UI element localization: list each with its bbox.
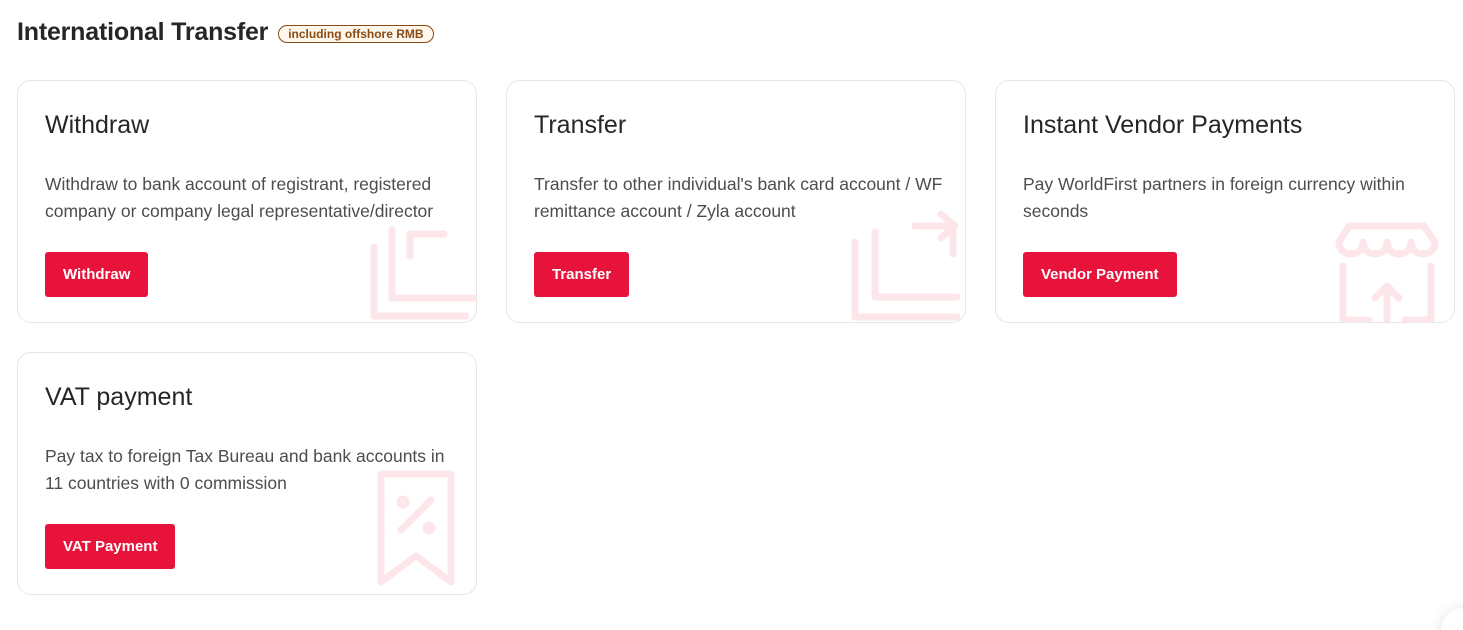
- card-title: Transfer: [534, 111, 627, 139]
- withdraw-icon: [370, 226, 476, 320]
- offshore-rmb-badge: including offshore RMB: [278, 25, 434, 43]
- shop-upload-icon: [1335, 222, 1439, 322]
- card-description: Transfer to other individual's bank card…: [534, 174, 943, 221]
- withdraw-card: Withdraw Withdraw to bank account of reg…: [17, 80, 477, 323]
- card-title: Instant Vendor Payments: [1023, 111, 1303, 139]
- card-title: Withdraw: [45, 111, 150, 139]
- vendor-payment-button[interactable]: Vendor Payment: [1023, 252, 1177, 297]
- vendor-payments-card: Instant Vendor Payments Pay WorldFirst p…: [995, 80, 1455, 323]
- section-title: International Transfer: [17, 18, 269, 46]
- vat-payment-card: VAT payment Pay tax to foreign Tax Burea…: [17, 352, 477, 595]
- card-description: Withdraw to bank account of registrant, …: [45, 174, 434, 221]
- section-header: International Transfer including offshor…: [17, 18, 434, 47]
- transfer-button[interactable]: Transfer: [534, 252, 630, 297]
- transfer-card: Transfer Transfer to other individual's …: [506, 80, 966, 323]
- international-transfer-page: International Transfer including offshor…: [0, 0, 1463, 630]
- card-title: VAT payment: [45, 383, 193, 411]
- card-description: Pay tax to foreign Tax Bureau and bank a…: [45, 446, 445, 493]
- vat-payment-button[interactable]: VAT Payment: [45, 524, 176, 569]
- floating-widget-edge[interactable]: [1441, 608, 1463, 630]
- withdraw-button[interactable]: Withdraw: [45, 252, 149, 297]
- card-description: Pay WorldFirst partners in foreign curre…: [1023, 174, 1405, 221]
